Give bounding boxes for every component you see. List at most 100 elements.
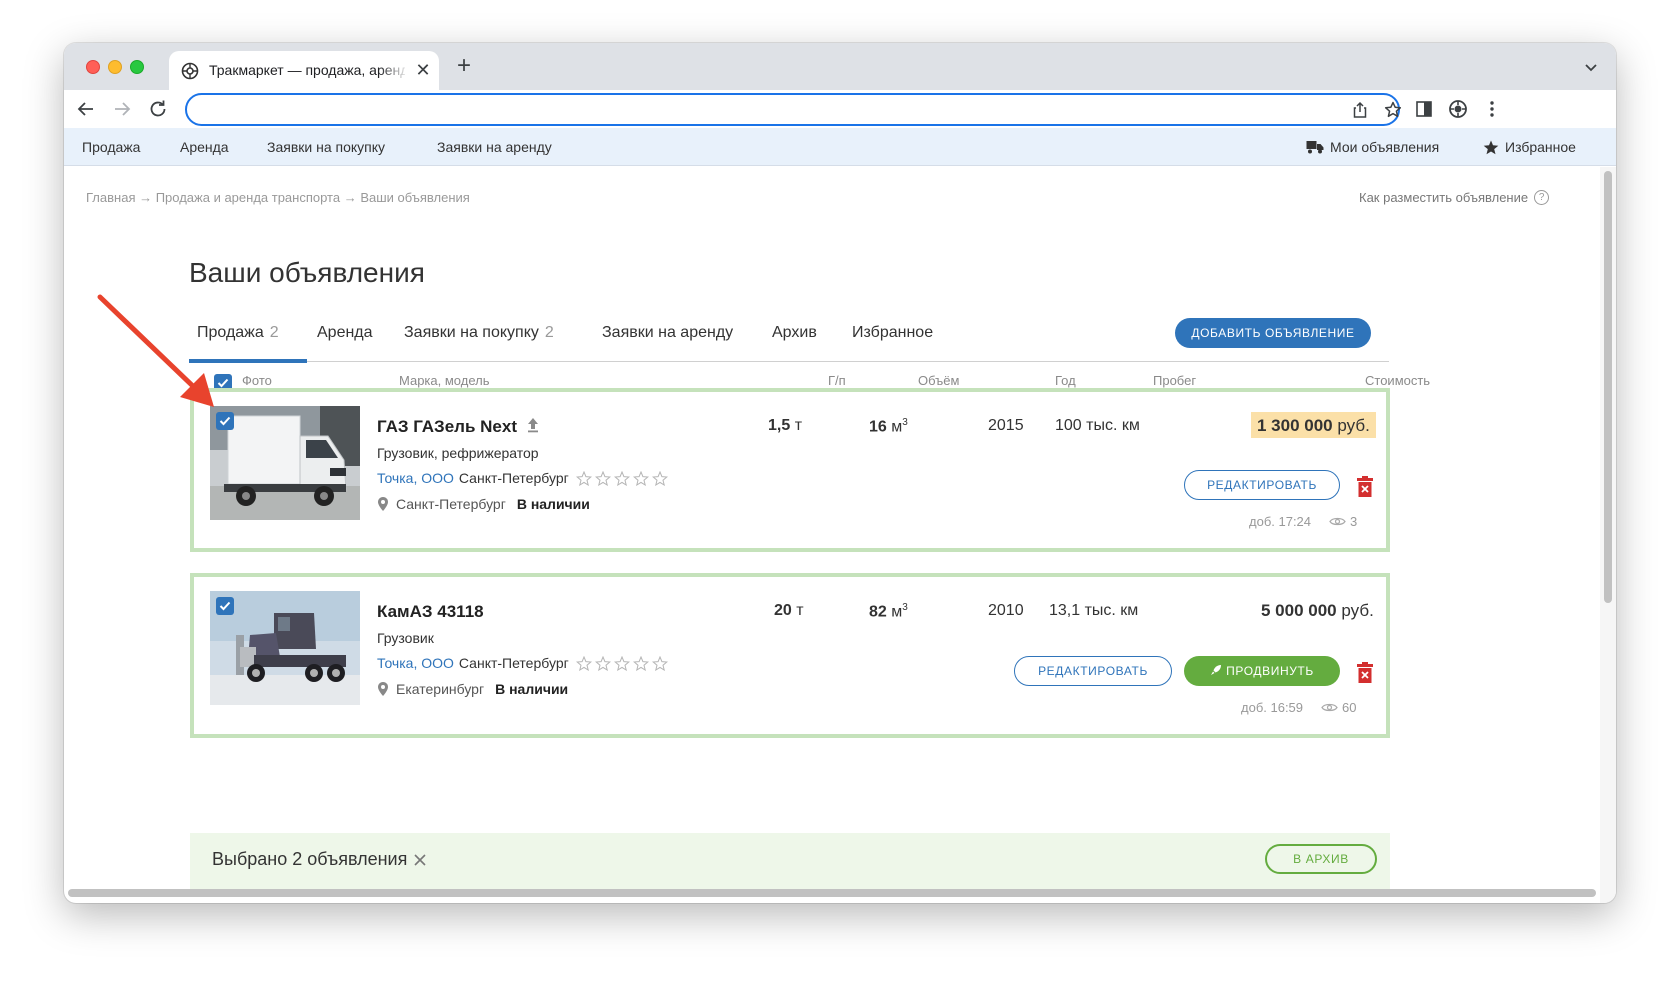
col-volume: Объём xyxy=(918,373,960,388)
star-outline-icon xyxy=(651,470,668,486)
nav-item-buy-requests[interactable]: Заявки на покупку xyxy=(267,139,385,155)
nav-item-sale[interactable]: Продажа xyxy=(82,139,140,155)
horizontal-scroll-thumb[interactable] xyxy=(68,889,1596,897)
maximize-window-button[interactable] xyxy=(130,60,144,74)
browser-window: Тракмаркет — продажа, аренда ✕ + Продажа… xyxy=(64,43,1616,903)
browser-tab[interactable]: Тракмаркет — продажа, аренда ✕ xyxy=(169,51,439,90)
tabs-divider xyxy=(189,361,1389,362)
extension-icon[interactable] xyxy=(1448,99,1468,119)
annotation-arrow-icon xyxy=(97,294,214,407)
site-favicon-icon xyxy=(181,62,199,80)
forward-arrow-icon[interactable] xyxy=(110,97,134,121)
edit-ad-button[interactable]: РЕДАКТИРОВАТЬ xyxy=(1014,656,1172,686)
new-tab-button[interactable]: + xyxy=(452,54,476,79)
mileage-value: 13,1 тыс. км xyxy=(1049,602,1139,619)
volume-number: 82 xyxy=(869,603,887,621)
tab-rent[interactable]: Аренда xyxy=(317,324,373,342)
eye-icon xyxy=(1329,517,1346,526)
star-icon xyxy=(1483,140,1499,154)
views-count: 3 xyxy=(1329,514,1357,529)
browser-menu-icon[interactable] xyxy=(1482,99,1502,119)
tab-rent-requests[interactable]: Заявки на аренду xyxy=(602,324,733,342)
star-outline-icon xyxy=(594,470,611,486)
minimize-window-button[interactable] xyxy=(108,60,122,74)
location-pin-icon xyxy=(378,682,388,696)
archive-button[interactable]: В АРХИВ xyxy=(1265,844,1377,874)
vertical-scroll-thumb[interactable] xyxy=(1604,171,1612,603)
bookmark-star-icon[interactable] xyxy=(1383,100,1403,120)
star-outline-icon xyxy=(651,655,668,671)
tab-archive-label: Архив xyxy=(772,324,817,341)
price-value: 1 300 000 руб. xyxy=(1251,412,1376,438)
truck-icon xyxy=(1306,141,1324,154)
how-to-post-link[interactable]: Как разместить объявление ? xyxy=(1359,190,1550,205)
location-city: Санкт-Петербург xyxy=(396,496,506,512)
payload-unit: т xyxy=(794,417,803,434)
chevron-down-icon[interactable] xyxy=(1581,57,1601,77)
tab-buy-requests[interactable]: Заявки на покупку 2 xyxy=(404,324,554,342)
ad-meta: доб. 16:59 60 xyxy=(1241,700,1357,715)
add-ad-button[interactable]: ДОБАВИТЬ ОБЪЯВЛЕНИЕ xyxy=(1175,318,1371,348)
col-payload: Г/п xyxy=(828,373,846,388)
price-unit: руб. xyxy=(1341,601,1374,620)
ad-card[interactable]: ГАЗ ГАЗель Next Грузовик, рефрижератор Т… xyxy=(190,388,1390,552)
seller-city: Санкт-Петербург xyxy=(458,655,569,671)
tab-buy-requests-count: 2 xyxy=(544,324,554,341)
star-outline-icon xyxy=(575,470,592,486)
close-window-button[interactable] xyxy=(86,60,100,74)
breadcrumb[interactable]: Главная → Продажа и аренда транспорта → … xyxy=(86,190,470,205)
reload-icon[interactable] xyxy=(146,97,170,121)
seller-city: Санкт-Петербург xyxy=(458,470,569,486)
rocket-icon xyxy=(1211,665,1222,675)
ad-title[interactable]: КамАЗ 43118 xyxy=(377,602,484,622)
year-value: 2010 xyxy=(988,602,1024,619)
nav-item-rent-requests[interactable]: Заявки на аренду xyxy=(437,139,552,155)
seller-company-link[interactable]: Точка, ООО xyxy=(377,655,454,671)
favorites-label: Избранное xyxy=(1505,139,1576,155)
edit-ad-button[interactable]: РЕДАКТИРОВАТЬ xyxy=(1184,470,1340,500)
price-value: 5 000 000 руб. xyxy=(1255,597,1380,623)
tab-favorites[interactable]: Избранное xyxy=(852,324,933,342)
location-pin-icon xyxy=(378,497,388,511)
ad-checkbox[interactable] xyxy=(216,597,234,615)
tab-rent-requests-label: Заявки на аренду xyxy=(602,324,734,341)
favorites-link[interactable]: Избранное xyxy=(1483,139,1576,155)
my-ads-label: Мои объявления xyxy=(1330,139,1440,155)
selection-bar: Выбрано 2 объявления В АРХИВ xyxy=(190,833,1390,889)
ad-meta: доб. 17:24 3 xyxy=(1249,514,1357,529)
back-arrow-icon[interactable] xyxy=(74,97,98,121)
added-time: доб. 17:24 xyxy=(1249,514,1312,529)
ad-location: Екатеринбург В наличии xyxy=(377,681,568,697)
my-ads-link[interactable]: Мои объявления xyxy=(1306,139,1439,155)
browser-toolbar xyxy=(64,90,1616,128)
ad-title-text: ГАЗ ГАЗель Next xyxy=(377,417,517,436)
delete-trash-icon[interactable] xyxy=(1356,662,1374,684)
col-mileage: Пробег xyxy=(1153,373,1197,388)
price-number: 1 300 000 xyxy=(1257,416,1333,435)
question-icon: ? xyxy=(1534,190,1550,205)
availability-status: В наличии xyxy=(495,681,569,697)
volume-exponent: 3 xyxy=(902,602,908,613)
nav-item-rent[interactable]: Аренда xyxy=(180,139,229,155)
added-time: доб. 16:59 xyxy=(1241,700,1304,715)
eye-icon xyxy=(1321,703,1338,712)
clear-selection-icon[interactable] xyxy=(413,853,427,867)
share-icon[interactable] xyxy=(1350,100,1370,120)
ad-subtitle: Грузовик xyxy=(377,630,434,646)
ad-title[interactable]: ГАЗ ГАЗель Next xyxy=(377,417,540,437)
tab-archive[interactable]: Архив xyxy=(772,324,817,342)
payload-value: 20 т xyxy=(774,602,804,620)
selection-summary: Выбрано 2 объявления xyxy=(212,849,427,870)
ad-card[interactable]: КамАЗ 43118 Грузовик Точка, ООО Санкт-Пе… xyxy=(190,573,1390,738)
ad-seller: Точка, ООО Санкт-Петербург xyxy=(377,470,668,486)
close-tab-icon[interactable]: ✕ xyxy=(413,60,433,80)
volume-value: 16 м3 xyxy=(869,417,908,436)
views-number: 3 xyxy=(1350,514,1358,529)
seller-company-link[interactable]: Точка, ООО xyxy=(377,470,454,486)
promote-ad-button[interactable]: ПРОДВИНУТЬ xyxy=(1184,656,1340,686)
side-panel-icon[interactable] xyxy=(1414,99,1434,119)
address-bar[interactable] xyxy=(185,93,1403,126)
delete-trash-icon[interactable] xyxy=(1356,476,1374,498)
col-model: Марка, модель xyxy=(399,373,490,388)
volume-exponent: 3 xyxy=(902,417,908,428)
